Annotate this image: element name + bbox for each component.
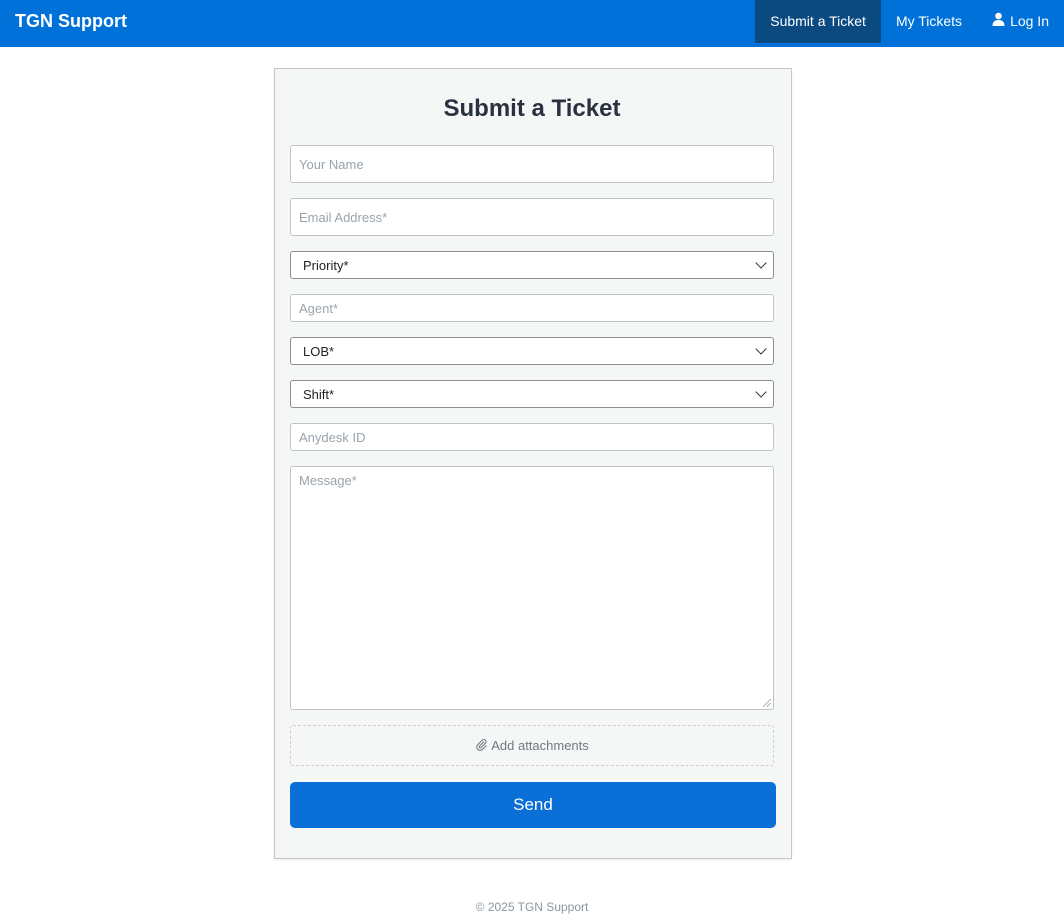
nav-submit-ticket[interactable]: Submit a Ticket [755, 0, 881, 43]
resize-handle[interactable] [763, 699, 771, 707]
lob-select-value: LOB* [303, 343, 335, 359]
add-attachments-button[interactable]: Add attachments [290, 725, 774, 766]
agent-input[interactable] [291, 295, 773, 321]
shift-select-value: Shift* [303, 386, 335, 402]
anydesk-field-wrapper [290, 423, 774, 451]
chevron-down-icon [755, 343, 767, 355]
main-nav: Submit a Ticket My Tickets Log In [755, 0, 1064, 47]
add-attachments-label: Add attachments [491, 738, 589, 753]
chevron-down-icon [755, 386, 767, 398]
top-navbar: TGN Support Submit a Ticket My Tickets L… [0, 0, 1064, 47]
message-textarea[interactable] [291, 467, 773, 709]
priority-select-value: Priority* [303, 257, 349, 273]
nav-my-tickets[interactable]: My Tickets [881, 0, 977, 43]
page-title: Submit a Ticket [443, 95, 621, 122]
name-input[interactable] [291, 146, 773, 182]
footer-copyright: © 2025 TGN Support [475, 900, 589, 914]
name-field-wrapper [290, 145, 774, 183]
lob-select[interactable]: LOB* [290, 337, 774, 365]
anydesk-input[interactable] [291, 424, 773, 450]
email-field-wrapper [290, 198, 774, 236]
email-input[interactable] [291, 199, 773, 235]
nav-my-tickets-label: My Tickets [895, 13, 963, 29]
user-icon [992, 0, 1005, 43]
paperclip-icon [475, 738, 488, 754]
nav-log-in[interactable]: Log In [977, 0, 1064, 43]
send-button[interactable]: Send [290, 782, 776, 828]
priority-select[interactable]: Priority* [290, 251, 774, 279]
nav-submit-ticket-label: Submit a Ticket [770, 13, 866, 29]
shift-select[interactable]: Shift* [290, 380, 774, 408]
chevron-down-icon [755, 257, 767, 269]
agent-field-wrapper [290, 294, 774, 322]
nav-log-in-label: Log In [1010, 13, 1049, 29]
message-field-wrapper [290, 466, 774, 710]
brand-logo[interactable]: TGN Support [15, 0, 127, 43]
